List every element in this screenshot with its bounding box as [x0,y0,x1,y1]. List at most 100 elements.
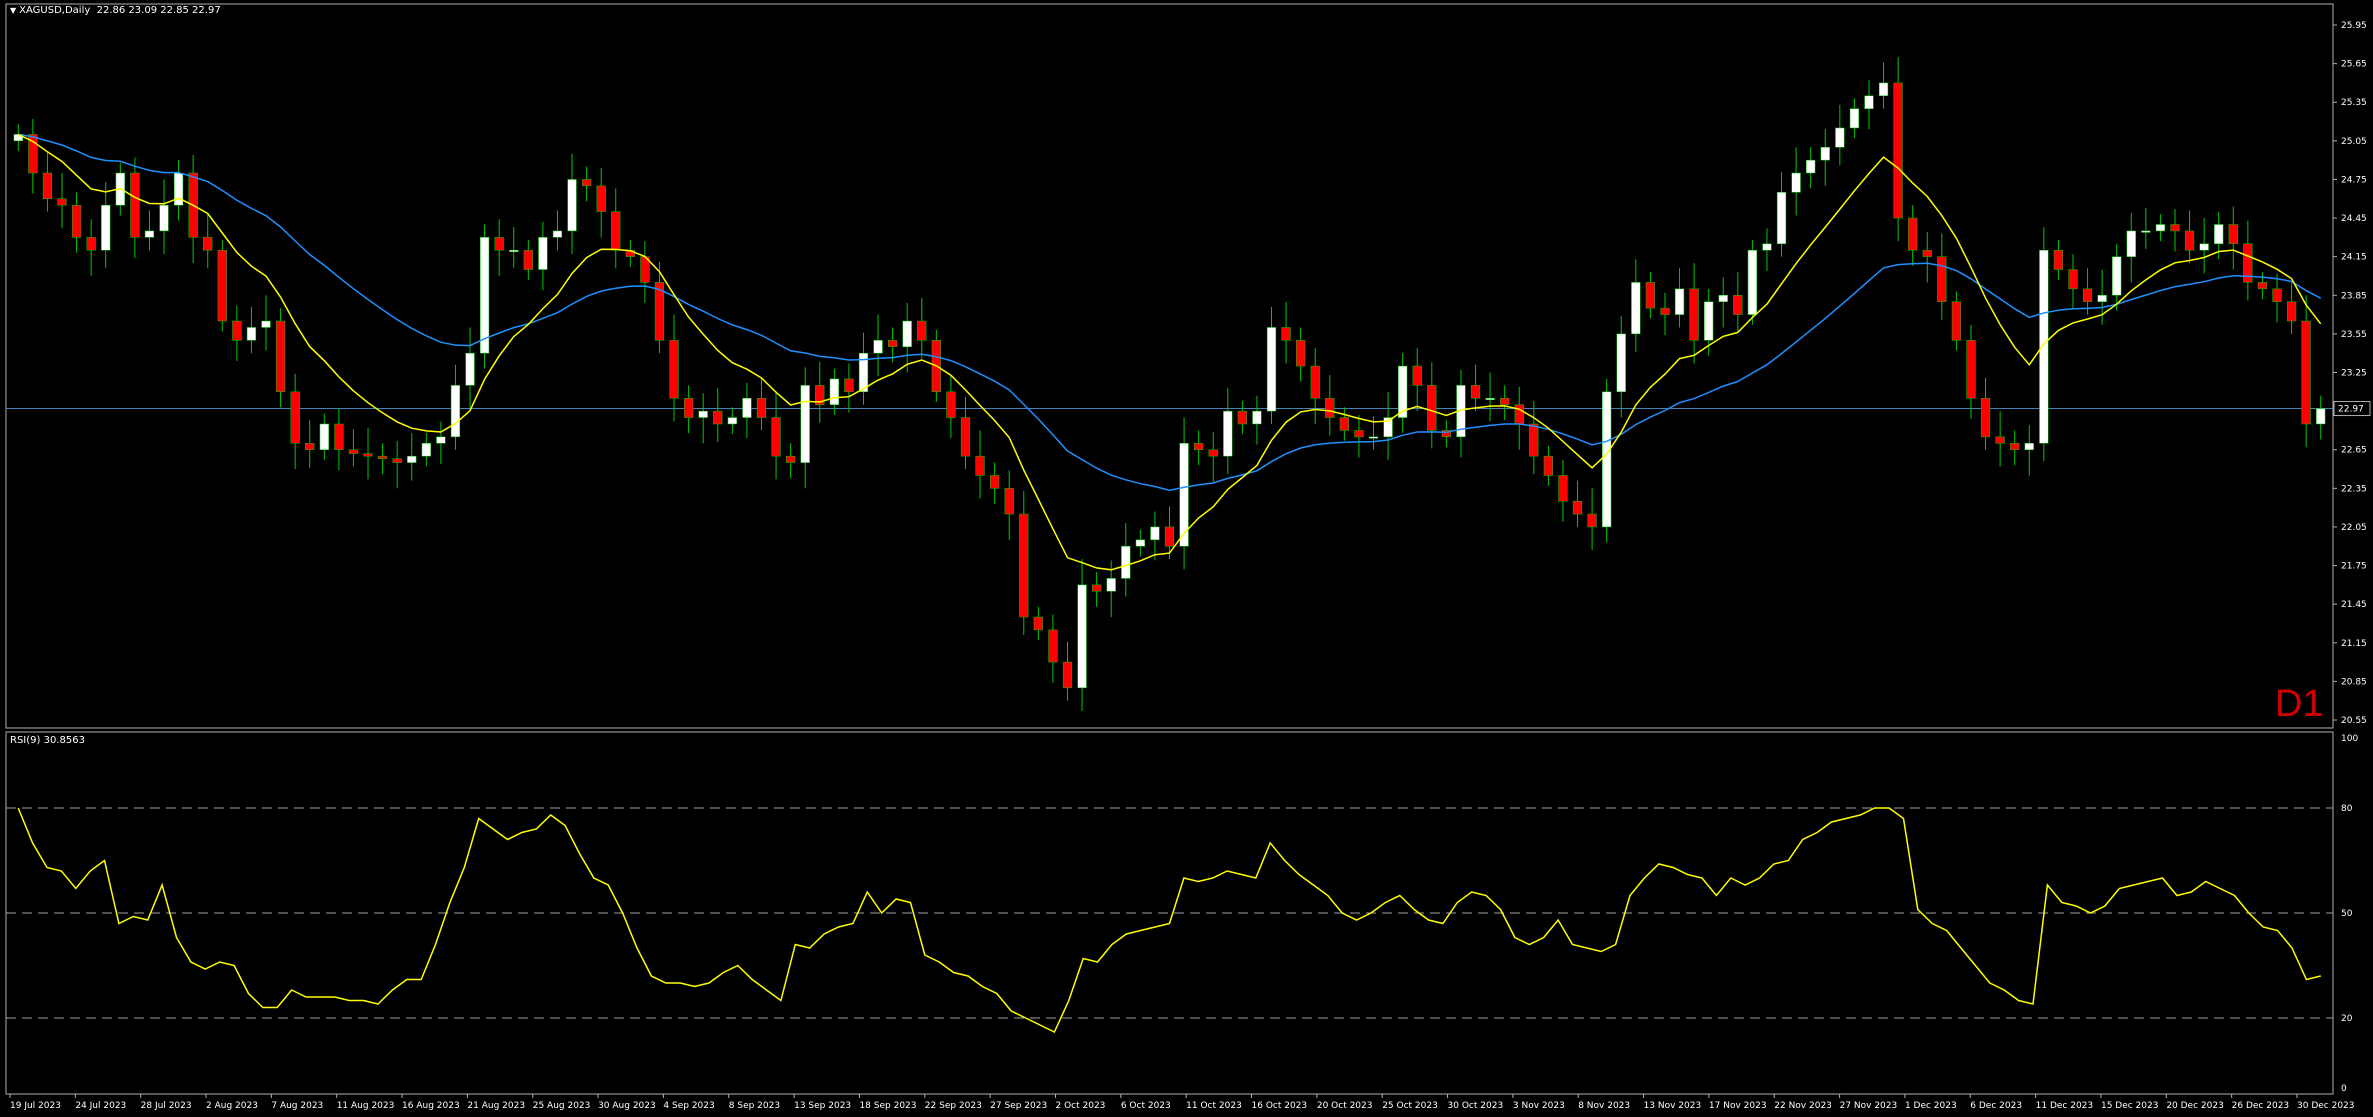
candle-bull [1762,243,1772,251]
collapse-triangle-icon[interactable]: ▼ [10,6,16,15]
candle-bear [1951,301,1962,341]
candle-bear [1543,455,1554,476]
candle-bull [1252,410,1262,425]
candlestick-series [13,57,2326,711]
candle-bull [800,385,810,463]
candle-bear [1237,410,1247,425]
candle-bull [567,179,577,232]
candle-bear [1980,397,1991,438]
candle-bull [1864,95,1874,109]
candle-bear [1470,385,1481,399]
time-tick-label: 4 Sep 2023 [663,1101,714,1111]
time-tick-label: 22 Nov 2023 [1774,1101,1832,1111]
candle-bear [494,237,504,251]
price-tick-label: 24.15 [2341,253,2367,263]
candle-bear [1412,365,1422,386]
time-tick-label: 1 Dec 2023 [1905,1101,1957,1111]
candle-bull [1150,526,1160,541]
time-tick-label: 11 Oct 2023 [1186,1101,1242,1111]
candle-bear [1164,526,1175,547]
candle-bear [1689,288,1699,341]
candle-bull [2097,295,2107,302]
candle-bear [1966,340,1976,399]
price-tick-label: 25.05 [2341,137,2367,147]
candle-bull [1718,295,1728,302]
candle-bear [2184,230,2195,251]
candle-bull [742,397,752,418]
candle-bull [261,320,271,328]
price-tick-label: 20.55 [2341,716,2367,726]
candle-bear [1092,584,1102,592]
candle-bear [1004,488,1014,515]
candle-bear [611,211,621,251]
candle-bull [421,443,431,457]
candle-bear [1733,295,1743,315]
candle-bear [334,423,344,450]
candle-bear [888,340,898,348]
candle-bear [42,172,53,200]
time-tick-label: 30 Dec 2023 [2297,1101,2355,1111]
time-tick-label: 28 Jul 2023 [141,1101,192,1111]
candle-bull [2199,243,2209,251]
time-tick-label: 2 Aug 2023 [206,1101,258,1111]
candle-bear [1310,365,1320,399]
candle-bear [1339,417,1349,431]
candle-bear [57,198,67,206]
candle-bull [246,327,257,341]
time-tick-label: 26 Dec 2023 [2232,1101,2290,1111]
candle-bear [990,475,1000,489]
time-tick-label: 2 Oct 2023 [1055,1101,1105,1111]
price-tick-label: 22.65 [2341,446,2367,456]
candle-bear [1514,404,1524,425]
rsi-tick-label: 80 [2341,804,2353,814]
candle-bull [1485,397,1495,400]
time-tick-label: 25 Oct 2023 [1382,1101,1438,1111]
price-tick-label: 22.35 [2341,484,2367,494]
rsi-axis: 100 80 50 20 0 [6,734,2358,1094]
candle-bull [1077,584,1087,689]
candle-bull [1674,288,1685,315]
current-price-label: 22.97 [2338,405,2364,415]
candle-bull [1602,391,1612,528]
price-tick-label: 21.45 [2341,600,2367,610]
candle-bear [596,185,606,212]
candle-bear [669,340,679,399]
candle-bull [407,455,417,463]
candle-bear [523,249,533,270]
price-axis: 25.95 25.65 25.35 25.05 24.75 24.45 24.15 23.85… [2333,21,2367,726]
time-tick-label: 16 Oct 2023 [1252,1101,1308,1111]
candle-bull [1806,159,1816,174]
time-tick-label: 30 Aug 2023 [598,1101,656,1111]
candle-bear [232,320,242,341]
candle-bull [2112,256,2122,296]
candle-bull [2039,249,2049,444]
candle-bull [1266,327,1277,412]
rsi-tick-label: 0 [2341,1084,2347,1094]
time-tick-label: 20 Oct 2023 [1317,1101,1373,1111]
rsi-series [17,807,2321,1034]
price-tick-label: 23.85 [2341,291,2367,301]
rsi-header: RSI(9) 30.8563 [10,735,85,746]
candle-bull [1368,436,1379,439]
time-tick-label: 17 Nov 2023 [1709,1101,1767,1111]
time-tick-label: 8 Nov 2023 [1578,1101,1630,1111]
candle-bear [1427,385,1437,431]
candle-bear [2286,301,2297,322]
time-tick-label: 27 Sep 2023 [990,1101,1047,1111]
time-tick-label: 8 Sep 2023 [729,1101,780,1111]
rsi-tick-label: 50 [2341,909,2353,919]
price-tick-label: 24.45 [2341,214,2367,224]
time-tick-label: 15 Dec 2023 [2101,1101,2159,1111]
candle-bear [2257,282,2268,290]
time-tick-label: 20 Dec 2023 [2166,1101,2224,1111]
rsi-tick-label: 20 [2341,1014,2353,1024]
candle-bear [392,458,402,463]
time-axis: 19 Jul 2023 24 Jul 2023 28 Jul 2023 2 Aug 2… [9,1094,2355,1111]
candle-bull [1791,172,1801,193]
candle-bear [86,237,96,251]
candle-bull [2316,408,2326,425]
candle-bear [713,410,723,425]
candle-bear [2053,249,2064,270]
candle-bull [1704,301,1714,341]
candle-bear [71,204,82,238]
